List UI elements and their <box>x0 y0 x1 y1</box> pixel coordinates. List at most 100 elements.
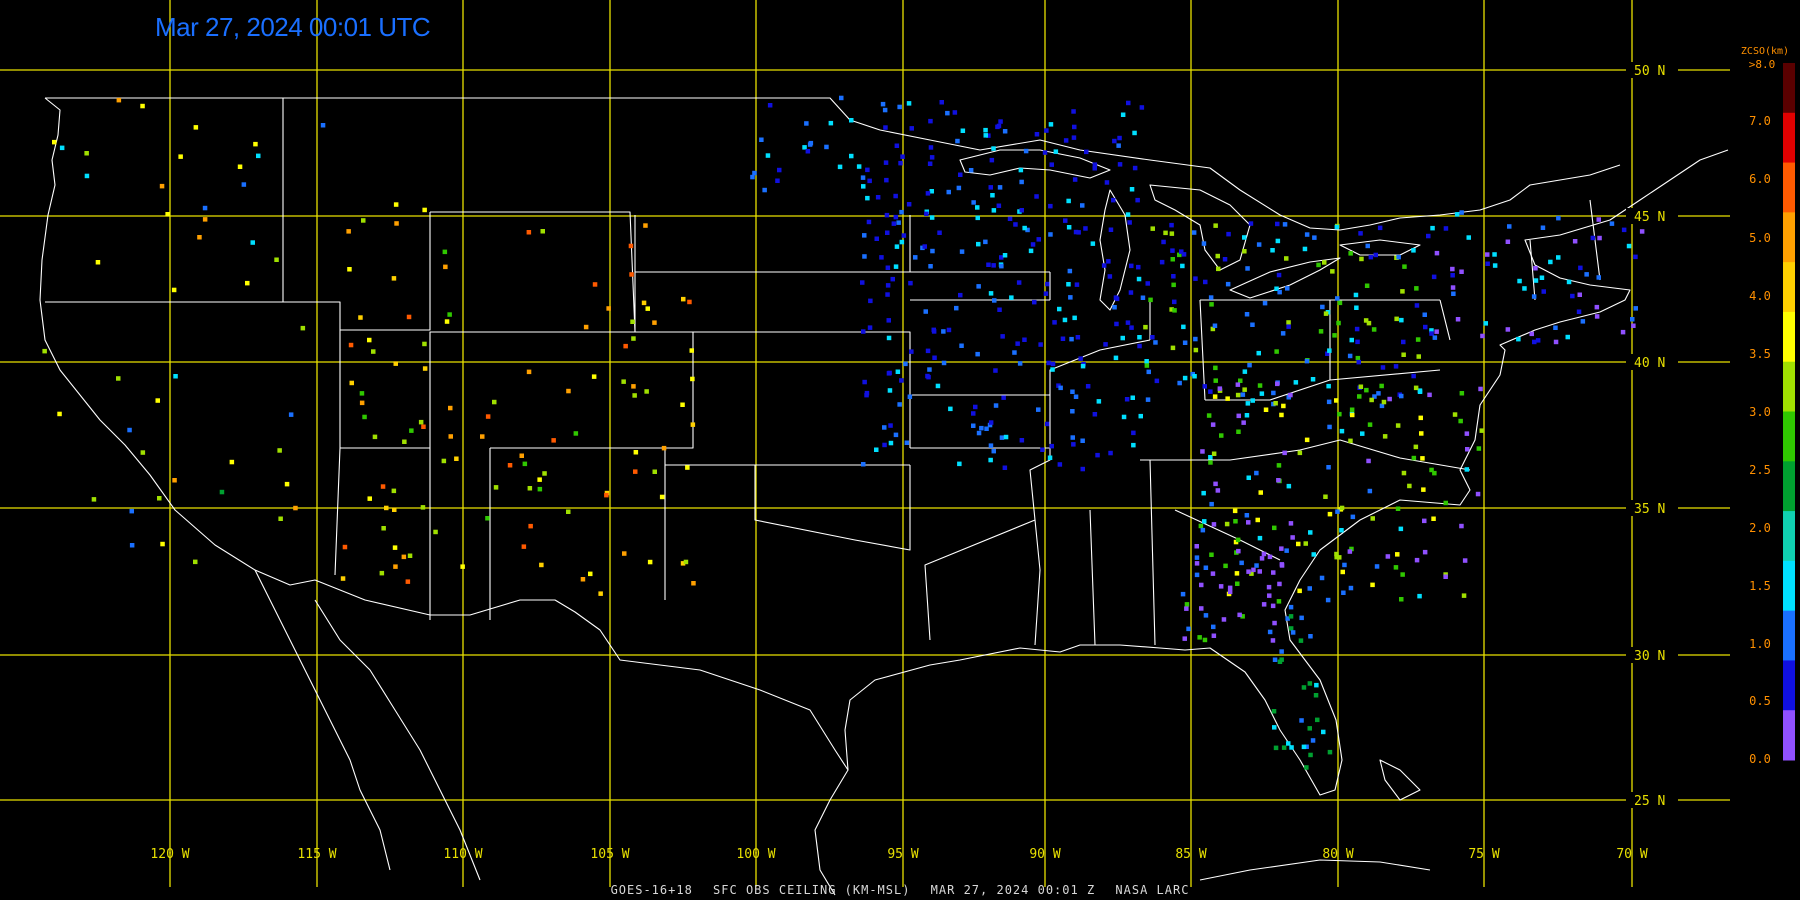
station-marker <box>1053 149 1059 154</box>
station-marker <box>1254 563 1259 568</box>
station-marker <box>1348 251 1353 256</box>
station-marker <box>1293 380 1299 385</box>
station-marker <box>1377 225 1383 231</box>
lat-label: 50 N <box>1634 64 1665 79</box>
station-marker <box>1359 256 1364 262</box>
station-marker <box>930 248 935 254</box>
station-marker <box>1170 257 1175 262</box>
station-marker <box>867 325 873 330</box>
station-marker <box>1124 397 1130 402</box>
station-marker <box>1068 295 1073 300</box>
station-marker <box>1202 637 1208 643</box>
station-marker <box>202 217 208 222</box>
station-marker <box>957 461 962 467</box>
station-marker <box>1030 242 1036 247</box>
lon-label: 110 W <box>443 847 482 862</box>
station-marker <box>1556 255 1561 260</box>
station-marker <box>1553 325 1558 330</box>
station-marker <box>1182 375 1188 381</box>
station-marker <box>1013 222 1018 227</box>
station-marker <box>1367 488 1373 494</box>
station-marker <box>229 459 235 465</box>
station-marker <box>1224 521 1230 527</box>
station-marker <box>924 211 929 217</box>
station-marker <box>583 324 589 330</box>
station-marker <box>1342 562 1347 568</box>
station-marker <box>1297 588 1302 594</box>
station-marker <box>894 143 900 148</box>
station-marker <box>1255 517 1260 523</box>
station-marker <box>537 477 542 482</box>
station-marker <box>1290 630 1296 635</box>
station-marker <box>1227 589 1233 595</box>
station-marker <box>1450 266 1455 272</box>
station-marker <box>1450 285 1456 290</box>
station-marker <box>1235 537 1241 543</box>
station-marker <box>418 419 424 425</box>
station-marker <box>1117 135 1122 141</box>
station-marker <box>971 423 976 428</box>
station-marker <box>976 430 982 436</box>
station-marker <box>991 208 997 213</box>
legend-swatch <box>1783 311 1795 363</box>
station-marker <box>976 284 981 289</box>
station-marker <box>999 263 1004 269</box>
station-marker <box>925 191 931 196</box>
station-marker <box>1370 516 1375 521</box>
station-marker <box>681 296 686 302</box>
footer-source: NASA LARC <box>1115 883 1190 897</box>
station-marker <box>882 425 887 430</box>
station-marker <box>1374 564 1380 569</box>
station-marker <box>1480 333 1485 339</box>
station-marker <box>1129 263 1134 269</box>
station-marker <box>1085 384 1091 389</box>
station-marker <box>1431 516 1436 521</box>
station-marker <box>1267 593 1272 598</box>
station-marker <box>480 434 485 439</box>
station-marker <box>1541 289 1546 294</box>
station-marker <box>1108 450 1113 456</box>
station-marker <box>1286 741 1291 746</box>
station-marker <box>1212 394 1218 399</box>
station-marker <box>1084 149 1089 155</box>
station-marker <box>178 154 183 159</box>
station-marker <box>421 424 426 429</box>
station-marker <box>1038 342 1043 347</box>
station-marker <box>1172 308 1177 313</box>
station-marker <box>1507 224 1512 229</box>
station-marker <box>129 543 135 548</box>
station-marker <box>1365 243 1370 249</box>
station-marker <box>526 230 532 235</box>
station-marker <box>908 280 913 286</box>
station-marker <box>1334 551 1339 557</box>
station-marker <box>1244 312 1250 317</box>
station-marker <box>1594 314 1600 319</box>
station-marker <box>1211 522 1217 527</box>
station-marker <box>1121 414 1127 420</box>
station-marker <box>983 127 988 133</box>
station-marker <box>95 260 101 265</box>
station-marker <box>1181 324 1186 330</box>
station-marker <box>1112 138 1117 144</box>
station-marker <box>1327 424 1332 430</box>
station-marker <box>990 193 995 198</box>
station-marker <box>1312 235 1317 240</box>
station-marker <box>887 388 893 393</box>
station-marker <box>807 142 813 147</box>
station-marker <box>1131 442 1136 448</box>
station-marker <box>1153 340 1158 345</box>
station-marker <box>928 264 933 269</box>
station-marker <box>348 342 354 348</box>
station-marker <box>1327 348 1332 353</box>
station-marker <box>1596 275 1601 280</box>
station-marker <box>893 264 899 269</box>
legend-tick-label: 1.5 <box>1749 579 1771 593</box>
station-marker <box>1633 306 1638 311</box>
station-marker <box>1235 581 1240 586</box>
station-marker <box>1170 248 1175 253</box>
station-marker <box>1106 259 1111 264</box>
station-marker <box>1334 398 1339 403</box>
station-marker <box>1355 339 1360 345</box>
station-marker <box>1630 317 1635 322</box>
station-marker <box>171 287 177 293</box>
